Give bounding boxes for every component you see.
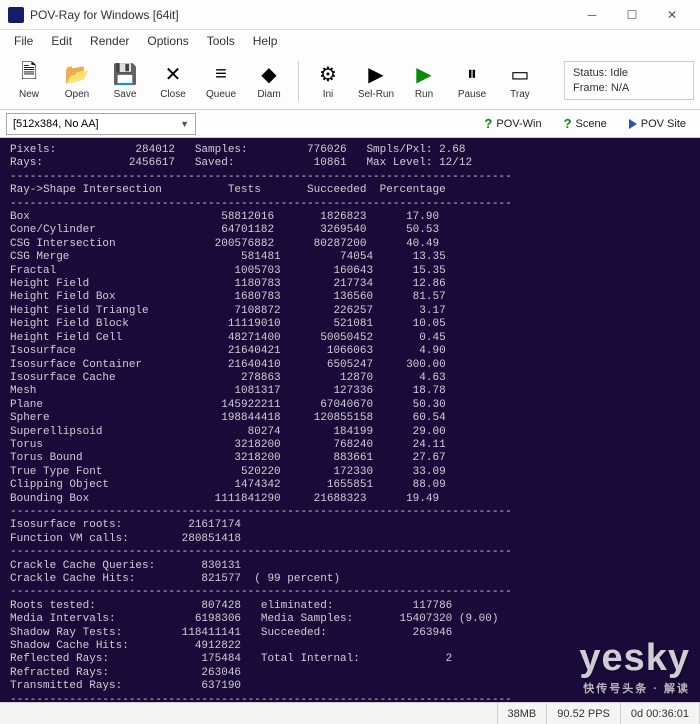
help-icon: ? (564, 116, 572, 131)
status-memory: 38MB (498, 703, 548, 724)
open-icon: 📂 (64, 61, 90, 87)
statusbar: 38MB 90.52 PPS 0d 00:36:01 (0, 702, 700, 724)
povwin-link[interactable]: ?POV-Win (476, 114, 549, 133)
menu-file[interactable]: File (6, 32, 41, 50)
resolution-combo[interactable]: [512x384, No AA] ▼ (6, 113, 196, 135)
scene-link[interactable]: ?Scene (556, 114, 615, 133)
status-pps: 90.52 PPS (547, 703, 621, 724)
open-button[interactable]: 📂Open (54, 55, 100, 107)
menu-options[interactable]: Options (139, 32, 196, 50)
play-icon (629, 119, 637, 129)
tray-icon: ▭ (507, 61, 533, 87)
selrun-icon: ▶ (363, 61, 389, 87)
menu-tools[interactable]: Tools (199, 32, 243, 50)
new-icon: 🗎 (16, 61, 42, 87)
menu-help[interactable]: Help (245, 32, 286, 50)
status-line2: Frame: N/A (573, 81, 685, 95)
options-bar: [512x384, No AA] ▼ ?POV-Win ?Scene POV S… (0, 110, 700, 138)
status-line1: Status: Idle (573, 66, 685, 80)
help-icon: ? (484, 116, 492, 131)
status-panel: Status: Idle Frame: N/A (564, 61, 694, 100)
window-title: POV-Ray for Windows [64it] (30, 8, 572, 22)
app-icon (8, 7, 24, 23)
diam-icon: ◆ (256, 61, 282, 87)
status-time: 0d 00:36:01 (621, 703, 700, 724)
tray-button[interactable]: ▭Tray (497, 55, 543, 107)
pause-button[interactable]: ⏸Pause (449, 55, 495, 107)
close-icon: ✕ (160, 61, 186, 87)
new-button[interactable]: 🗎New (6, 55, 52, 107)
queue-icon: ≡ (208, 61, 234, 87)
menu-render[interactable]: Render (82, 32, 137, 50)
selrun-button[interactable]: ▶Sel-Run (353, 55, 399, 107)
queue-button[interactable]: ≡Queue (198, 55, 244, 107)
ini-button[interactable]: ⚙Ini (305, 55, 351, 107)
toolbar-separator (298, 61, 299, 101)
window-controls: ─ ☐ ✕ (572, 1, 692, 29)
diam-button[interactable]: ◆Diam (246, 55, 292, 107)
menu-edit[interactable]: Edit (43, 32, 80, 50)
titlebar: POV-Ray for Windows [64it] ─ ☐ ✕ (0, 0, 700, 30)
chevron-down-icon: ▼ (180, 119, 189, 129)
pause-icon: ⏸ (459, 61, 485, 87)
menubar: File Edit Render Options Tools Help (0, 30, 700, 52)
save-button[interactable]: 💾Save (102, 55, 148, 107)
maximize-button[interactable]: ☐ (612, 1, 652, 29)
render-console: Pixels: 284012 Samples: 776026 Smpls/Pxl… (0, 138, 700, 702)
close-button[interactable]: ✕ (652, 1, 692, 29)
run-icon: ▶ (411, 61, 437, 87)
run-button[interactable]: ▶Run (401, 55, 447, 107)
povsite-link[interactable]: POV Site (621, 116, 694, 132)
save-icon: 💾 (112, 61, 138, 87)
resolution-value: [512x384, No AA] (13, 118, 99, 130)
close-button-tb[interactable]: ✕Close (150, 55, 196, 107)
toolbar: 🗎New 📂Open 💾Save ✕Close ≡Queue ◆Diam ⚙In… (0, 52, 700, 110)
minimize-button[interactable]: ─ (572, 1, 612, 29)
status-empty (0, 703, 498, 724)
ini-icon: ⚙ (315, 61, 341, 87)
